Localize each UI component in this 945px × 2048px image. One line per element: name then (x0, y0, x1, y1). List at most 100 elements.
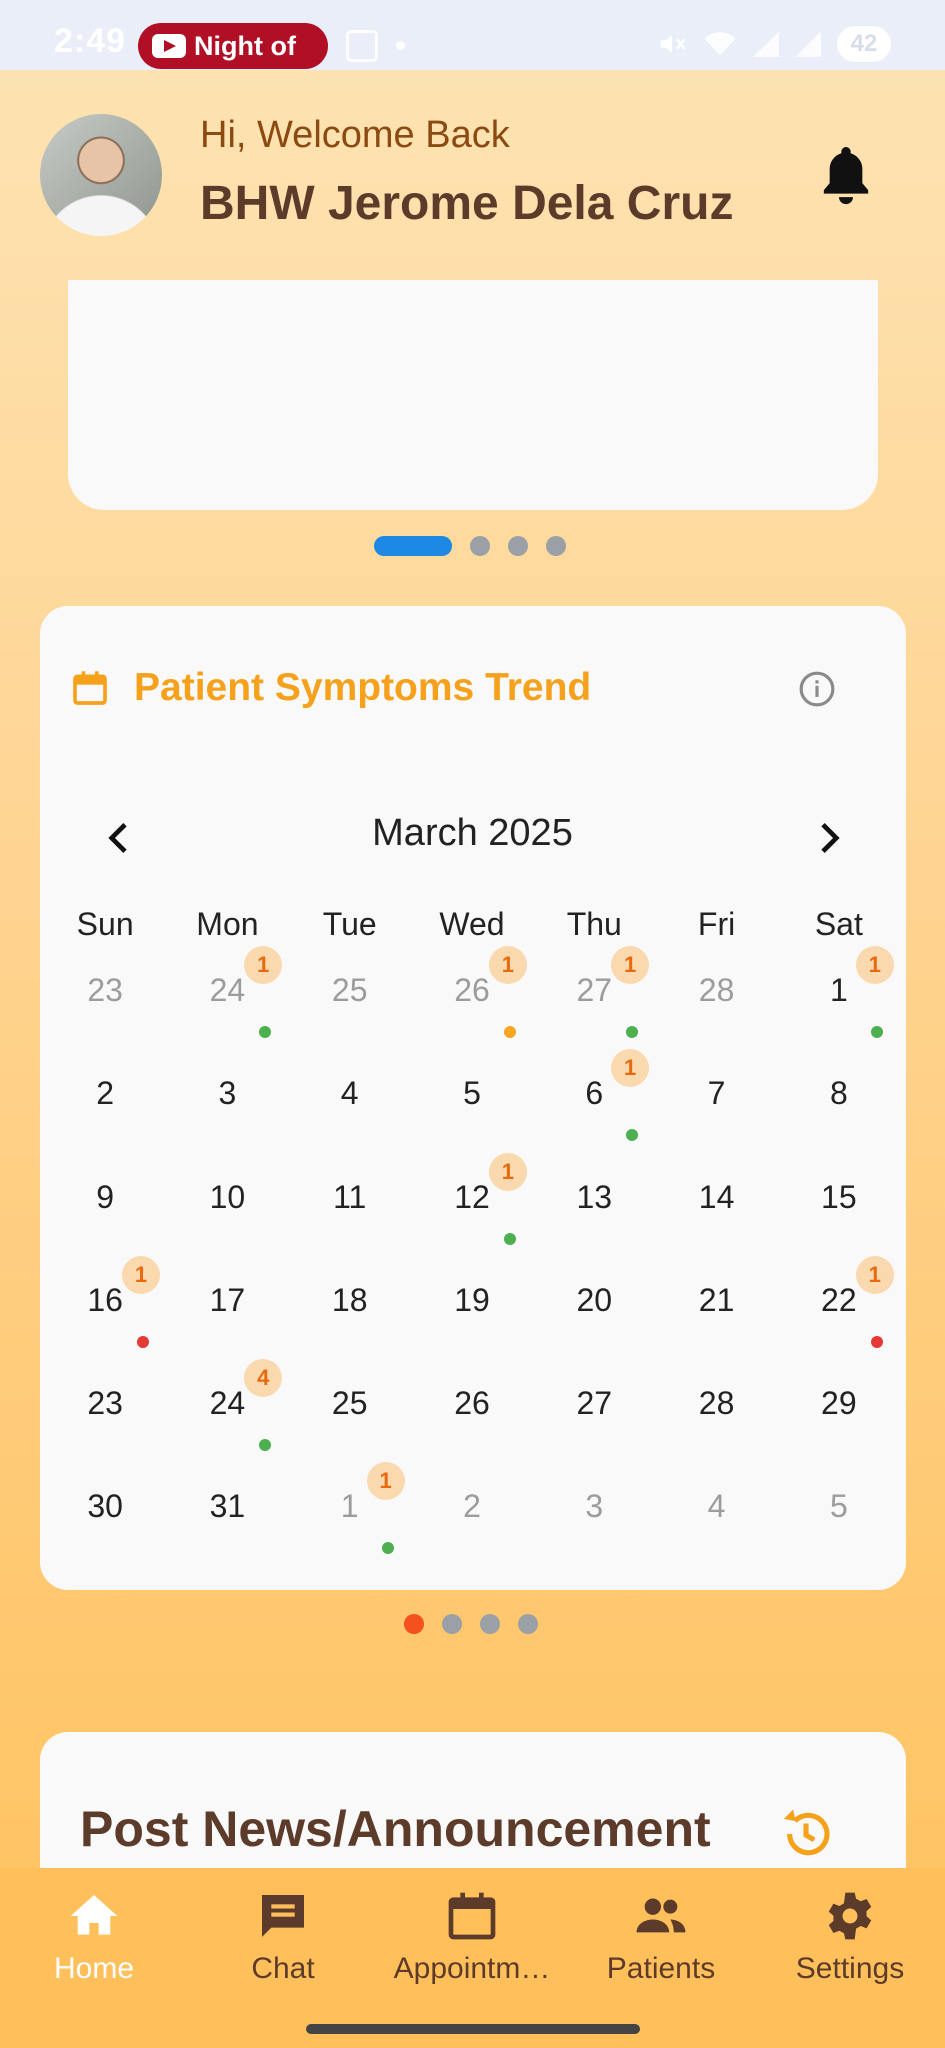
history-icon[interactable] (778, 1806, 834, 1862)
weekday-label: Wed (439, 906, 505, 942)
calendar-day[interactable]: 24 4 (162, 1359, 284, 1466)
calendar-day[interactable]: 19 (407, 1260, 529, 1363)
calendar-day[interactable]: 28 (651, 950, 773, 1053)
calendar-day[interactable]: 61 (529, 1049, 651, 1156)
calendar-day[interactable]: 17 (162, 1260, 284, 1363)
mute-icon (660, 35, 686, 53)
day-number: 5 (829, 1488, 848, 1525)
nav-patients[interactable]: Patients (571, 1888, 751, 1986)
weekday-label: Thu (566, 906, 622, 942)
calendar-day[interactable]: 7 (651, 1053, 773, 1156)
calendar-day[interactable]: 2 (40, 1053, 162, 1156)
calendar-day[interactable]: 3 (162, 1053, 284, 1156)
calendar-day[interactable]: 18 (285, 1260, 407, 1363)
calendar-day[interactable]: 4 (285, 1053, 407, 1156)
calendar-day[interactable]: 27 1 (529, 946, 651, 1053)
day-number: 17 (209, 1281, 246, 1318)
symptom-count-badge: 1 (855, 1255, 894, 1294)
day-number: 27 (576, 1385, 613, 1422)
media-pill[interactable]: Night of (138, 23, 328, 69)
avatar[interactable] (40, 114, 162, 236)
calendar-day[interactable]: 5 (407, 1053, 529, 1156)
calendar-day[interactable]: 26 (407, 1363, 529, 1466)
severity-dot (626, 1129, 639, 1142)
weekday-label: Mon (196, 906, 259, 942)
day-number: 19 (454, 1281, 490, 1318)
calendar-day[interactable]: 11 (774, 946, 896, 1053)
greeting-text: Hi, Welcome Back (200, 114, 510, 156)
nav-home[interactable]: Home (4, 1888, 184, 1986)
carousel-indicator (374, 536, 566, 556)
calendar-day[interactable]: 8 (774, 1053, 896, 1156)
weekday-label: Sun (76, 906, 134, 942)
notification-dot-icon (396, 41, 405, 50)
calendar-day[interactable]: 11 (285, 1157, 407, 1260)
screenshot-icon (346, 30, 378, 62)
calendar-day[interactable]: 2 (407, 1466, 529, 1569)
day-number: 26 (454, 1385, 490, 1422)
calendar-day[interactable]: 23 (40, 1363, 162, 1466)
carousel-dot[interactable] (470, 536, 490, 556)
carousel-dot[interactable] (508, 536, 528, 556)
carousel-dot-active[interactable] (374, 536, 452, 556)
calendar-day[interactable]: 28 (651, 1363, 773, 1466)
info-icon[interactable] (798, 670, 836, 708)
nav-patients-label: Patients (606, 1952, 716, 1985)
calendar-day[interactable]: 22 1 (774, 1255, 896, 1363)
severity-dot (626, 1026, 639, 1038)
calendar-day[interactable]: 25 (285, 950, 407, 1053)
severity-dot (870, 1335, 883, 1348)
calendar-day[interactable]: 15 (774, 1157, 896, 1260)
calendar-day[interactable]: 31 (162, 1466, 284, 1569)
calendar-day[interactable]: 24 1 (162, 946, 284, 1053)
calendar-day[interactable]: 4 (651, 1466, 773, 1569)
battery-icon: 42 (837, 26, 891, 62)
calendar-day[interactable]: 20 (529, 1260, 651, 1363)
calendar-day[interactable]: 21 (651, 1260, 773, 1363)
calendar-day[interactable]: 27 (529, 1363, 651, 1466)
nav-chat[interactable]: Chat (193, 1888, 373, 1986)
symptom-count-badge: 1 (855, 946, 894, 984)
calendar-day[interactable]: 10 (162, 1157, 284, 1260)
calendar-grid: 23 24 1 25 26 1 27 1 28 1 1 2 3 4 5 6 1 7 8 9 10 11 12 1 13 14 15 1… (40, 946, 896, 1570)
calendar-day[interactable]: 26 1 (407, 946, 529, 1053)
calendar-day[interactable]: 11 (285, 1462, 407, 1569)
calendar-day[interactable]: 3 (529, 1466, 651, 1569)
calendar-day[interactable]: 25 (285, 1363, 407, 1466)
youtube-icon (152, 34, 186, 58)
chevron-left-icon[interactable] (100, 818, 140, 858)
day-number: 28 (698, 1385, 735, 1422)
chat-icon (262, 1895, 304, 1937)
symptom-count-badge: 1 (611, 946, 650, 984)
symptom-count-badge: 1 (488, 1152, 527, 1191)
card-dot[interactable] (480, 1614, 500, 1634)
card-dot-active[interactable] (404, 1614, 424, 1634)
carousel-card[interactable] (68, 280, 878, 510)
nav-settings-label: Settings (795, 1952, 905, 1985)
day-number: 8 (829, 1075, 848, 1112)
user-name: BHW Jerome Dela Cruz (200, 177, 734, 230)
calendar-day[interactable]: 16 1 (40, 1255, 162, 1363)
severity-dot (870, 1026, 883, 1038)
calendar-day[interactable]: 14 (651, 1157, 773, 1260)
calendar-day[interactable]: 5 (774, 1466, 896, 1569)
nav-appointments[interactable]: Appointm… (382, 1888, 562, 1986)
bell-icon[interactable] (818, 140, 874, 210)
media-pill-text: Night of (194, 30, 296, 61)
calendar-day[interactable]: 12 1 (407, 1152, 529, 1260)
calendar-day[interactable]: 30 (40, 1466, 162, 1569)
card-dot[interactable] (518, 1614, 538, 1634)
day-number: 23 (87, 1385, 123, 1422)
home-indicator (306, 2024, 640, 2034)
card-dot[interactable] (442, 1614, 462, 1634)
calendar-day[interactable]: 9 (40, 1157, 162, 1260)
nav-settings[interactable]: Settings (760, 1888, 940, 1986)
day-number: 28 (698, 972, 735, 1008)
signal-icon (795, 31, 821, 57)
calendar-day[interactable]: 13 (529, 1157, 651, 1260)
symptom-count-badge: 1 (366, 1462, 405, 1501)
carousel-dot[interactable] (546, 536, 566, 556)
chevron-right-icon[interactable] (808, 818, 848, 858)
calendar-day[interactable]: 29 (774, 1363, 896, 1466)
calendar-day[interactable]: 23 (40, 950, 162, 1053)
